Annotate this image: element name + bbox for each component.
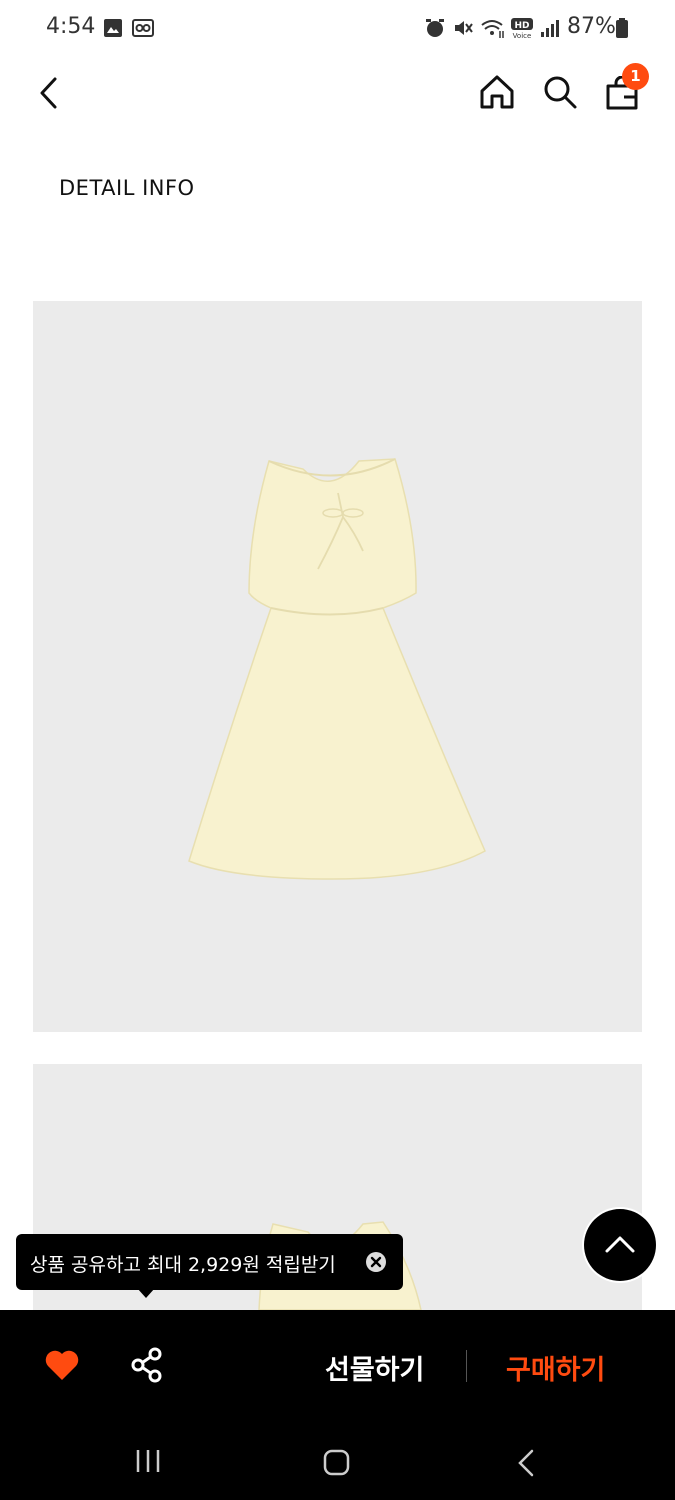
battery-icon: [616, 18, 628, 38]
alarm-icon: [426, 19, 444, 37]
voicemail-icon: [132, 19, 154, 37]
mute-icon: [455, 21, 473, 35]
system-navigation-bar: [0, 1416, 675, 1500]
home-nav-icon[interactable]: [322, 1448, 352, 1478]
back-arrow-icon[interactable]: [34, 76, 64, 110]
signal-icon: [541, 20, 559, 37]
dress-image: [188, 458, 486, 880]
svg-text:HD: HD: [514, 21, 529, 31]
product-image: [33, 301, 642, 1032]
svg-text:Voice: Voice: [513, 32, 532, 39]
close-icon[interactable]: [365, 1251, 387, 1273]
section-title: DETAIL INFO: [59, 176, 195, 200]
gift-button[interactable]: 선물하기: [325, 1348, 424, 1387]
tooltip-text: 상품 공유하고 최대 2,929원 적립받기: [30, 1254, 336, 1276]
clock: 4:54: [46, 14, 96, 39]
hd-voice-icon: HD Voice: [511, 18, 533, 39]
gallery-icon: [104, 19, 122, 37]
battery-percentage: 87%: [567, 14, 616, 39]
divider: [466, 1350, 467, 1382]
recent-apps-icon[interactable]: [134, 1448, 162, 1474]
heart-icon[interactable]: [44, 1348, 80, 1382]
cart-badge: 1: [622, 63, 649, 90]
chevron-up-icon: [605, 1236, 635, 1253]
share-icon[interactable]: [130, 1347, 164, 1383]
cart-button[interactable]: 1: [604, 63, 649, 110]
back-nav-icon[interactable]: [515, 1448, 537, 1478]
wifi-icon: [481, 20, 504, 38]
buy-button[interactable]: 구매하기: [506, 1348, 605, 1387]
home-icon[interactable]: [478, 74, 516, 110]
tooltip-arrow: [137, 1288, 155, 1298]
app-header: 1: [0, 58, 675, 128]
scroll-to-top-button[interactable]: [584, 1209, 656, 1281]
status-bar: 4:54 HD Voice 87%: [0, 0, 675, 58]
search-icon[interactable]: [542, 74, 578, 110]
share-reward-tooltip: 상품 공유하고 최대 2,929원 적립받기: [16, 1234, 403, 1298]
